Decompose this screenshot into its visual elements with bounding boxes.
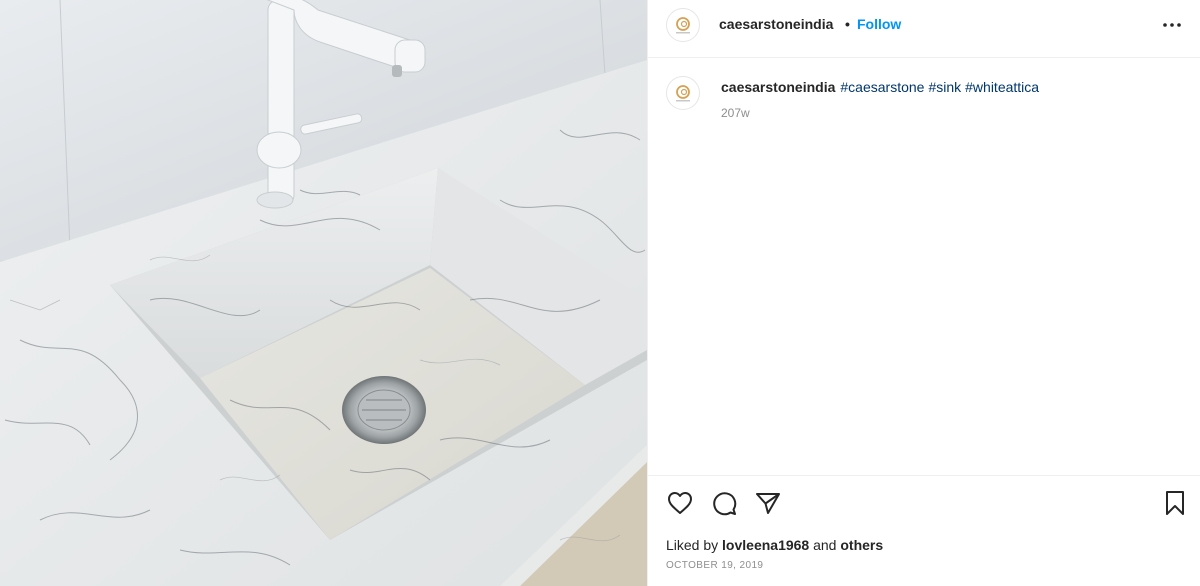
hashtag-link[interactable]: #sink [928, 79, 961, 95]
author-avatar[interactable] [666, 8, 700, 42]
caption-area: caesarstoneindia #caesarstone #sink #whitea… [648, 58, 1200, 476]
likes-prefix: Liked by [666, 537, 719, 553]
heart-icon [668, 492, 692, 514]
caption-timestamp[interactable]: 207w [721, 106, 750, 120]
caption-avatar[interactable] [666, 76, 700, 110]
action-bar [648, 478, 1200, 528]
follow-button[interactable]: Follow [857, 16, 901, 32]
like-button[interactable] [665, 488, 695, 518]
liker-username[interactable]: lovleena1968 [722, 537, 809, 553]
author-username[interactable]: caesarstoneindia [719, 16, 833, 32]
post-date[interactable]: OCTOBER 19, 2019 [666, 560, 763, 571]
post-header: caesarstoneindia • Follow [648, 0, 1200, 58]
hashtag-link[interactable]: #whiteattica [965, 79, 1039, 95]
comment-button[interactable] [709, 488, 739, 518]
share-button[interactable] [753, 488, 783, 518]
caesarstone-logo-icon [676, 17, 690, 34]
sink-photo [0, 0, 647, 586]
send-icon [756, 493, 780, 514]
bookmark-icon [1166, 491, 1184, 515]
separator-dot: • [845, 16, 850, 32]
caesarstone-logo-icon [676, 85, 690, 102]
likes-summary: Liked by lovleena1968 and others [666, 537, 883, 553]
likes-conjunction: and [813, 537, 837, 553]
more-options-icon[interactable] [1161, 18, 1183, 32]
save-button[interactable] [1160, 488, 1190, 518]
likes-others-link[interactable]: others [840, 537, 883, 553]
caption-text: caesarstoneindia #caesarstone #sink #whitea… [721, 79, 1043, 95]
hashtag-link[interactable]: #caesarstone [840, 79, 924, 95]
post-image[interactable] [0, 0, 647, 586]
caption-username[interactable]: caesarstoneindia [721, 79, 835, 95]
post-sidebar: caesarstoneindia • Follow caesarstoneind… [647, 0, 1200, 586]
comment-icon [713, 492, 737, 516]
